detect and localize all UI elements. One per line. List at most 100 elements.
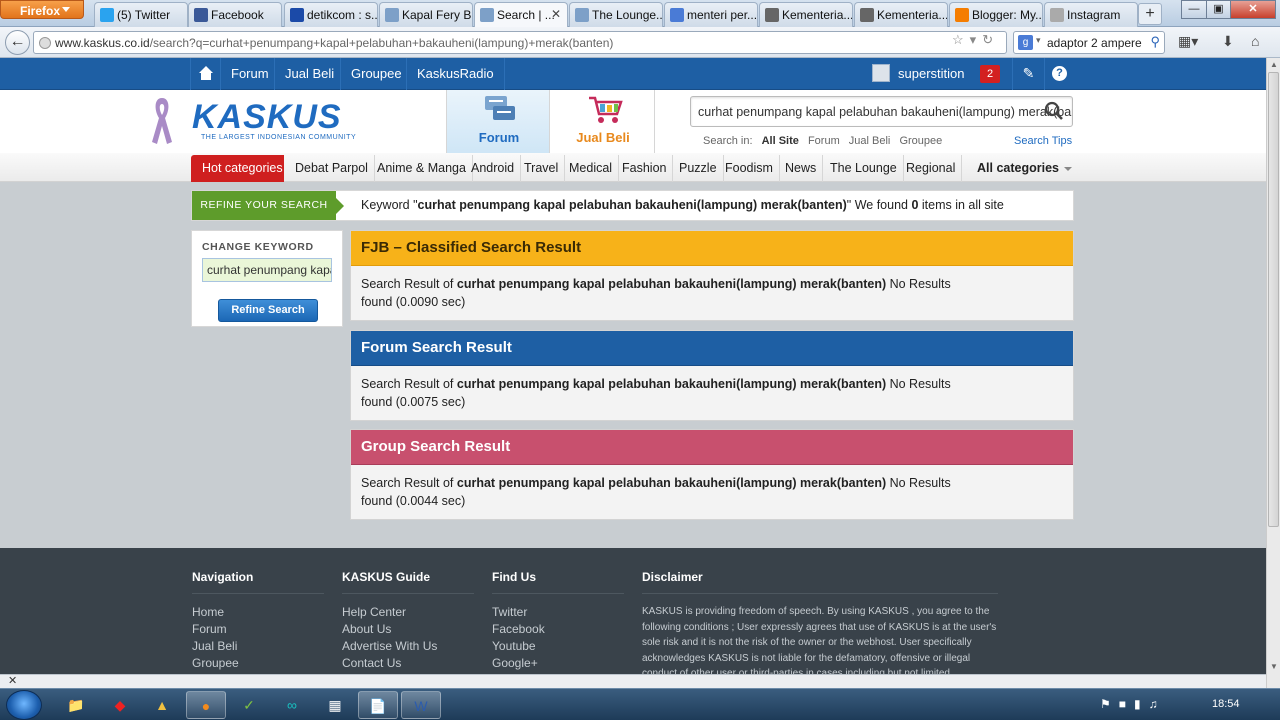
- search-icon[interactable]: [1044, 101, 1064, 121]
- keyword-input[interactable]: curhat penumpang kapal pelabuhan bakauhe…: [202, 258, 332, 282]
- kaskus-logo[interactable]: KASKUS THE LARGEST INDONESIAN COMMUNITY: [192, 100, 367, 142]
- topnav-kaskus-radio[interactable]: KaskusRadio: [406, 58, 505, 90]
- browser-tab[interactable]: Facebook: [188, 2, 282, 27]
- reload-icon[interactable]: ↻: [982, 32, 999, 47]
- app-icon[interactable]: ◆: [100, 691, 140, 719]
- download-icon[interactable]: ⬇: [1222, 33, 1234, 50]
- search-icon[interactable]: ⚲: [1150, 34, 1160, 50]
- category-foodism[interactable]: Foodism: [719, 155, 780, 182]
- page-scrollbar[interactable]: ▲ ▼: [1266, 58, 1280, 688]
- tab-jual-beli-label: Jual Beli: [576, 130, 630, 145]
- category-the-lounge[interactable]: The Lounge: [824, 155, 904, 182]
- browser-search-box[interactable]: g ▾ adaptor 2 ampere ⚲: [1013, 31, 1165, 54]
- app-icon[interactable]: ▲: [142, 691, 182, 719]
- browser-tab[interactable]: Kementeria...: [759, 2, 853, 27]
- app-icon[interactable]: ∞: [272, 691, 312, 719]
- topnav-forum[interactable]: Forum: [220, 58, 279, 90]
- kaskus-top-bar: Forum Jual Beli Groupee KaskusRadio supe…: [0, 58, 1266, 90]
- footer-link-twitter[interactable]: Twitter: [492, 604, 624, 621]
- footer-link-groupee[interactable]: Groupee: [192, 655, 324, 672]
- url-bar[interactable]: www.kaskus.co.id/search?q=curhat+penumpa…: [33, 31, 1007, 54]
- footer-link-about-us[interactable]: About Us: [342, 621, 474, 638]
- change-keyword-title: CHANGE KEYWORD: [202, 241, 314, 253]
- close-icon[interactable]: ✕: [8, 674, 17, 687]
- all-categories-dropdown[interactable]: All categories: [977, 155, 1072, 182]
- footer-link-forum[interactable]: Forum: [192, 621, 324, 638]
- bookmark-star-icon[interactable]: ☆: [952, 32, 970, 47]
- close-tab-icon[interactable]: ✕: [551, 7, 561, 21]
- system-tray: ⚑■▮♫: [1100, 697, 1166, 711]
- category-travel[interactable]: Travel: [518, 155, 566, 182]
- notification-badge[interactable]: 2: [980, 65, 1000, 83]
- bookmarks-icon[interactable]: ▦▾: [1178, 33, 1198, 50]
- topnav-jual-beli[interactable]: Jual Beli: [274, 58, 344, 90]
- browser-tab[interactable]: Search | ... ✕: [474, 2, 568, 28]
- footer-link-jual-beli[interactable]: Jual Beli: [192, 638, 324, 655]
- volume-icon[interactable]: ♫: [1149, 697, 1166, 711]
- browser-tab[interactable]: Kementeria...: [854, 2, 948, 27]
- browser-tab[interactable]: The Lounge...: [569, 2, 663, 27]
- category-debat-parpol[interactable]: Debat Parpol: [289, 155, 375, 182]
- footer-link-contact-us[interactable]: Contact Us: [342, 655, 474, 672]
- firefox-taskbar-icon[interactable]: ●: [186, 691, 226, 719]
- search-in-groupee[interactable]: Groupee: [899, 135, 942, 147]
- network-icon[interactable]: ▮: [1134, 697, 1149, 711]
- firefox-menu-button[interactable]: Firefox: [0, 0, 84, 19]
- tab-jual-beli[interactable]: Jual Beli: [551, 90, 655, 153]
- forum-result-body: Search Result of curhat penumpang kapal …: [361, 377, 951, 409]
- app-icon[interactable]: ■: [1119, 697, 1134, 711]
- kaskus-icon: [480, 8, 494, 22]
- user-menu[interactable]: superstition: [872, 58, 964, 90]
- scrollbar-thumb[interactable]: [1268, 72, 1279, 527]
- explorer-icon[interactable]: 📁: [56, 691, 96, 719]
- flag-icon[interactable]: ⚑: [1100, 697, 1119, 711]
- word-icon[interactable]: W: [401, 691, 441, 719]
- close-window-button[interactable]: ✕: [1230, 0, 1276, 19]
- browser-tab[interactable]: detikcom : s...: [284, 2, 378, 27]
- app-icon[interactable]: 📄: [358, 691, 398, 719]
- scroll-down-icon[interactable]: ▼: [1269, 662, 1279, 671]
- search-tips-link[interactable]: Search Tips: [1014, 135, 1072, 147]
- browser-tab[interactable]: menteri per...: [664, 2, 758, 27]
- help-icon[interactable]: ?: [1044, 58, 1074, 90]
- topnav-groupee[interactable]: Groupee: [340, 58, 412, 90]
- footer-link-help-center[interactable]: Help Center: [342, 604, 474, 621]
- home-icon[interactable]: [190, 58, 221, 90]
- home-icon[interactable]: ⌂: [1251, 33, 1259, 49]
- restore-button[interactable]: ▣: [1206, 0, 1231, 19]
- refine-search-button[interactable]: Refine Search: [218, 299, 318, 322]
- search-in-forum[interactable]: Forum: [808, 135, 840, 147]
- category-android[interactable]: Android: [465, 155, 522, 182]
- app-icon[interactable]: ✓: [229, 691, 269, 719]
- kaskus-search-input[interactable]: curhat penumpang kapal pelabuhan bakauhe…: [690, 96, 1073, 127]
- browser-tab[interactable]: Blogger: My...: [949, 2, 1043, 27]
- detik-icon: [290, 8, 304, 22]
- app-icon[interactable]: ▦: [315, 691, 355, 719]
- browser-tab[interactable]: Kapal Fery B...: [379, 2, 473, 27]
- google-icon: [670, 8, 684, 22]
- footer-link-facebook[interactable]: Facebook: [492, 621, 624, 638]
- start-button[interactable]: [6, 690, 42, 720]
- footer-link-home[interactable]: Home: [192, 604, 324, 621]
- new-tab-button[interactable]: +: [1138, 3, 1162, 25]
- category-regional[interactable]: Regional: [900, 155, 963, 182]
- footer-link-google-plus[interactable]: Google+: [492, 655, 624, 672]
- tab-forum[interactable]: Forum: [446, 90, 550, 153]
- category-medical[interactable]: Medical: [563, 155, 620, 182]
- footer-link-advertise[interactable]: Advertise With Us: [342, 638, 474, 655]
- search-in-jual-beli[interactable]: Jual Beli: [849, 135, 891, 147]
- category-fashion[interactable]: Fashion: [616, 155, 674, 182]
- scroll-up-icon[interactable]: ▲: [1269, 60, 1279, 69]
- category-anime-manga[interactable]: Anime & Manga: [371, 155, 473, 182]
- minimize-button[interactable]: —: [1181, 0, 1207, 19]
- pencil-icon[interactable]: ✎: [1012, 58, 1044, 90]
- footer-link-youtube[interactable]: Youtube: [492, 638, 624, 655]
- category-news[interactable]: News: [779, 155, 824, 182]
- browser-tab[interactable]: (5) Twitter: [94, 2, 188, 27]
- browser-tab[interactable]: Instagram: [1044, 2, 1138, 27]
- category-puzzle[interactable]: Puzzle: [673, 155, 724, 182]
- dropdown-icon[interactable]: ▾: [970, 32, 983, 47]
- back-arrow-icon[interactable]: ←: [5, 30, 30, 55]
- search-in-all-site[interactable]: All Site: [762, 135, 799, 147]
- clock[interactable]: 18:54: [1212, 698, 1240, 710]
